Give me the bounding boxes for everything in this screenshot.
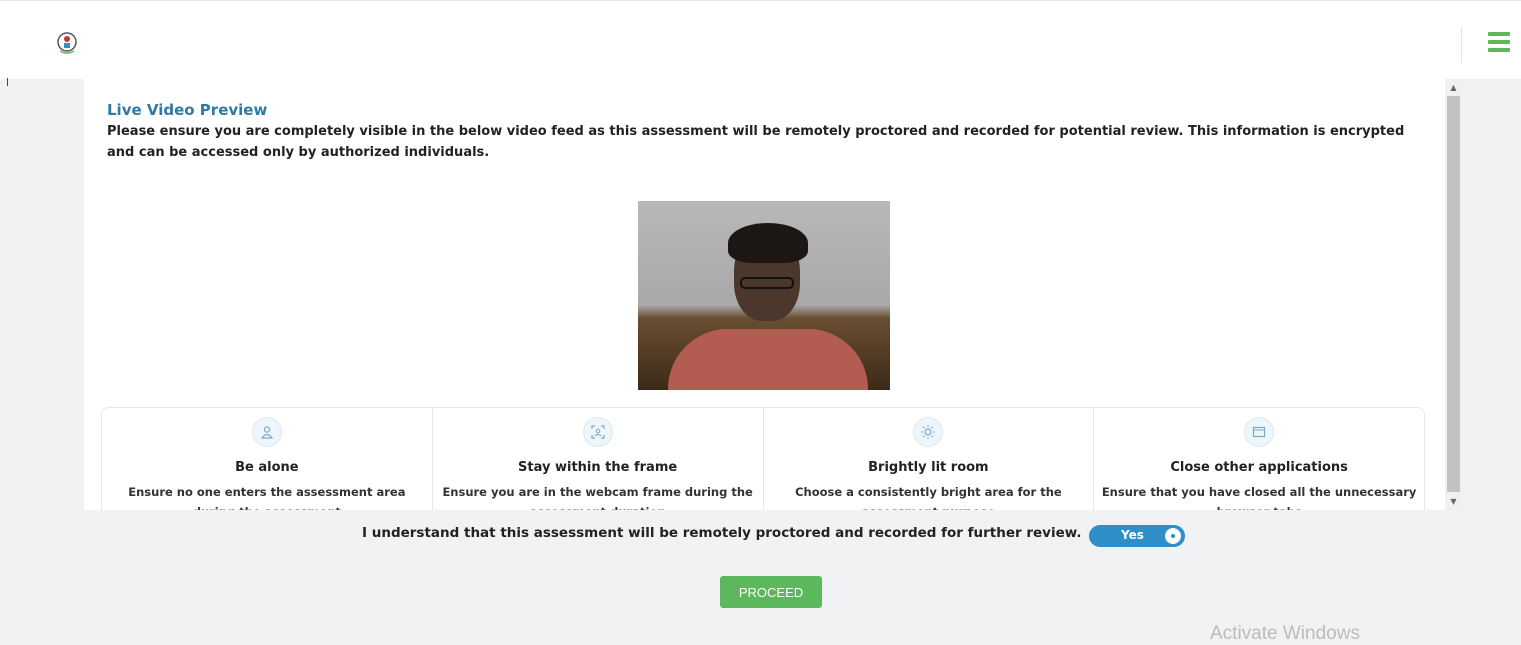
tip-title: Brightly lit room — [868, 460, 989, 475]
frame-icon — [582, 417, 613, 447]
tip-close-apps: Close other applications Ensure that you… — [1094, 408, 1424, 510]
tip-bright-room: Brightly lit room Choose a consistently … — [764, 408, 1095, 510]
tip-text: Ensure that you have closed all the unne… — [1101, 485, 1417, 510]
tip-stay-in-frame: Stay within the frame Ensure you are in … — [433, 408, 764, 510]
card-scrollbar[interactable]: ▲ ▼ — [1445, 79, 1462, 510]
page-title: Live Video Preview — [107, 101, 268, 119]
activate-windows-watermark: Activate Windows — [1210, 623, 1360, 644]
preview-description: Please ensure you are completely visible… — [107, 124, 1405, 160]
video-subject-hair — [728, 223, 808, 263]
video-subject-body — [668, 329, 868, 390]
toggle-label: Yes — [1121, 528, 1144, 542]
video-subject-glasses — [740, 277, 794, 289]
scroll-thumb[interactable] — [1447, 96, 1460, 492]
live-video-feed — [638, 201, 890, 390]
video-preview-card: Live Video Preview Please ensure you are… — [84, 79, 1445, 510]
header-divider — [1461, 27, 1462, 63]
sun-icon — [913, 417, 944, 447]
hamburger-menu-icon[interactable] — [1488, 32, 1510, 56]
tip-be-alone: Be alone Ensure no one enters the assess… — [102, 408, 433, 510]
app-logo-icon[interactable] — [56, 29, 78, 55]
tip-title: Close other applications — [1170, 460, 1348, 475]
scroll-up-arrow-icon[interactable]: ▲ — [1445, 79, 1462, 96]
person-icon — [251, 417, 282, 447]
proceed-button[interactable]: PROCEED — [720, 576, 822, 608]
proctoring-tips: Be alone Ensure no one enters the assess… — [101, 407, 1425, 510]
top-bar — [0, 0, 1521, 79]
tip-title: Be alone — [235, 460, 299, 475]
scroll-down-arrow-icon[interactable]: ▼ — [1445, 493, 1462, 510]
tip-title: Stay within the frame — [518, 460, 678, 475]
tip-text: Ensure you are in the webcam frame durin… — [442, 485, 753, 510]
window-icon — [1244, 417, 1275, 447]
consent-text: I understand that this assessment will b… — [362, 525, 1082, 541]
tip-text: Ensure no one enters the assessment area… — [128, 485, 406, 510]
consent-toggle[interactable]: Yes — [1089, 525, 1185, 547]
toggle-knob[interactable] — [1165, 528, 1181, 544]
page-edge-mark — [7, 78, 8, 86]
tip-text: Choose a consistently bright area for th… — [795, 485, 1062, 510]
